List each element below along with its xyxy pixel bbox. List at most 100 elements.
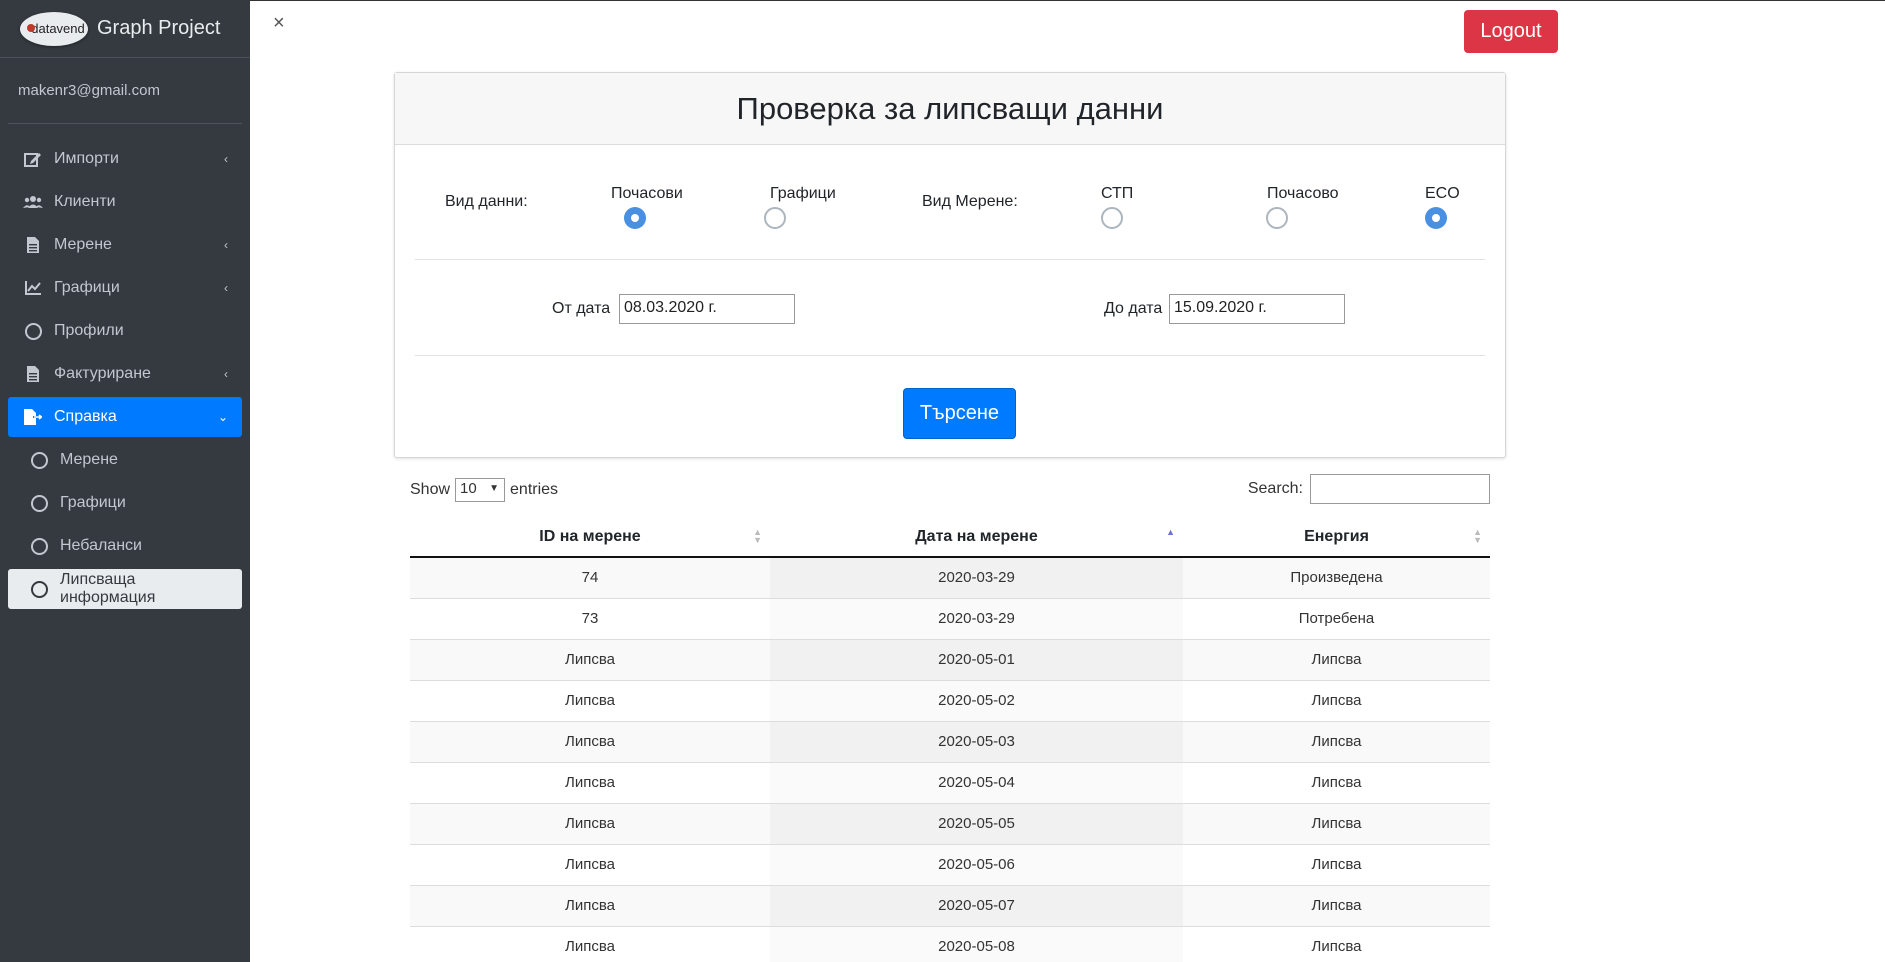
sidebar-subitem-missing-info[interactable]: Липсваща информация <box>8 569 242 609</box>
cell-id-missing: Липсва <box>410 843 770 885</box>
sidebar-subitem-imbalances[interactable]: Небаланси <box>8 526 242 566</box>
table-row: Липсва 2020-05-03 Липсва <box>410 720 1490 762</box>
cell-id-missing: Липсва <box>410 720 770 762</box>
radio-eco[interactable] <box>1425 207 1447 229</box>
sidebar-item-clients[interactable]: Клиенти <box>8 182 242 222</box>
logo-mark-icon <box>27 23 35 32</box>
sidebar-item-label: Импорти <box>54 150 119 167</box>
page-title: Проверка за липсващи данни <box>395 73 1505 145</box>
radio-stp-label: СТП <box>1101 185 1134 202</box>
cell-date: 2020-05-02 <box>770 679 1183 721</box>
dropdown-arrow-icon: ▼ <box>489 483 500 494</box>
cell-energy: Липсва <box>1183 679 1490 721</box>
logout-button[interactable]: Logout <box>1464 10 1558 53</box>
circle-icon <box>28 494 50 512</box>
cell-date: 2020-05-03 <box>770 720 1183 762</box>
sidebar-item-profiles[interactable]: Профили <box>8 311 242 351</box>
table-row: Липсва 2020-05-02 Липсва <box>410 679 1490 721</box>
radio-eco-label: ECO <box>1425 185 1460 202</box>
cell-id-link[interactable]: 74 <box>410 556 770 598</box>
cell-date: 2020-05-08 <box>770 925 1183 962</box>
sidebar-item-measurement[interactable]: Мерене ‹ <box>8 225 242 265</box>
sort-both-icon: ▲ ▼ <box>753 527 762 545</box>
sidebar-item-imports[interactable]: Импорти ‹ <box>8 139 242 179</box>
table-row: Липсва 2020-05-05 Липсва <box>410 802 1490 844</box>
circle-icon <box>28 580 50 598</box>
radio-stp[interactable] <box>1101 207 1123 229</box>
sidebar-item-label: Мерене <box>54 236 112 253</box>
chevron-down-icon: ⌄ <box>217 410 228 424</box>
sidebar-subitem-label: Липсваща информация <box>60 571 156 606</box>
brand-title: Graph Project <box>97 17 221 39</box>
logo-text: datavend <box>31 21 85 36</box>
from-date-input[interactable]: 08.03.2020 г. <box>619 294 795 324</box>
radio-hourly-label: Почасови <box>611 185 683 202</box>
entries-label: entries <box>510 481 559 498</box>
table-body: 74 2020-03-29 Произведена 73 2020-03-29 Потре… <box>410 556 1490 962</box>
column-header-energy[interactable]: Енергия ▲ ▼ <box>1183 517 1490 558</box>
cell-id-missing: Липсва <box>410 802 770 844</box>
data-type-label: Вид данни: <box>445 193 528 210</box>
cell-date: 2020-05-04 <box>770 761 1183 803</box>
missing-data-card: Проверка за липсващи данни Вид данни: По… <box>394 72 1506 458</box>
file-export-icon <box>22 409 44 425</box>
table-row: 74 2020-03-29 Произведена <box>410 556 1490 598</box>
search-button[interactable]: Търсене <box>903 388 1016 439</box>
cell-energy: Липсва <box>1183 925 1490 962</box>
cell-date: 2020-03-29 <box>770 597 1183 639</box>
edit-icon <box>22 151 44 167</box>
table-row: Липсва 2020-05-06 Липсва <box>410 843 1490 885</box>
cell-energy: Потребена <box>1183 597 1490 639</box>
cell-energy: Липсва <box>1183 843 1490 885</box>
cell-energy: Липсва <box>1183 802 1490 844</box>
table-row: Липсва 2020-05-04 Липсва <box>410 761 1490 803</box>
table-search: Search: <box>1248 474 1490 504</box>
table-row: Липсва 2020-05-08 Липсва <box>410 925 1490 962</box>
cell-id-missing: Липсва <box>410 761 770 803</box>
cell-energy: Липсва <box>1183 638 1490 680</box>
brand[interactable]: datavend Graph Project <box>0 0 250 58</box>
top-border <box>250 0 1885 1</box>
sidebar-item-reports[interactable]: Справка ⌄ <box>8 397 242 437</box>
cell-energy: Произведена <box>1183 556 1490 598</box>
chevron-left-icon: ‹ <box>224 281 228 295</box>
circle-icon <box>22 322 44 340</box>
close-icon[interactable]: × <box>273 12 285 35</box>
column-header-id[interactable]: ID на мерене ▲ ▼ <box>410 517 770 558</box>
sidebar-subitem-graphs[interactable]: Графици <box>8 483 242 523</box>
user-email[interactable]: makenr3@gmail.com <box>8 58 242 124</box>
datavend-logo: datavend <box>20 11 88 46</box>
entries-length: Show 10 ▼ entries <box>410 478 558 502</box>
radio-hourly[interactable] <box>624 207 646 229</box>
sidebar-subitem-measurement[interactable]: Мерене <box>8 440 242 480</box>
cell-id-missing: Липсва <box>410 679 770 721</box>
table-row: Липсва 2020-05-01 Липсва <box>410 638 1490 680</box>
cell-id-link[interactable]: 73 <box>410 597 770 639</box>
column-header-label: Дата на мерене <box>915 527 1038 545</box>
column-header-label: Енергия <box>1304 527 1369 545</box>
table-row: Липсва 2020-05-07 Липсва <box>410 884 1490 926</box>
radio-hourly-measure[interactable] <box>1266 207 1288 229</box>
circle-icon <box>28 537 50 555</box>
to-date-input[interactable]: 15.09.2020 г. <box>1169 294 1345 324</box>
cell-id-missing: Липсва <box>410 925 770 962</box>
cell-energy: Липсва <box>1183 761 1490 803</box>
table-search-input[interactable] <box>1310 474 1490 504</box>
sidebar-item-label: Графици <box>54 279 120 296</box>
radio-graphs[interactable] <box>764 207 786 229</box>
table-row: 73 2020-03-29 Потребена <box>410 597 1490 639</box>
entries-select[interactable]: 10 ▼ <box>455 478 506 502</box>
column-header-date[interactable]: Дата на мерене ▲ <box>770 517 1183 558</box>
sidebar-item-label: Клиенти <box>54 193 116 210</box>
cell-date: 2020-05-07 <box>770 884 1183 926</box>
radio-graphs-label: Графици <box>770 185 836 202</box>
sidebar-item-graphs[interactable]: Графици ‹ <box>8 268 242 308</box>
sidebar-subitem-label: Графици <box>60 494 126 511</box>
measure-type-label: Вид Мерене: <box>922 193 1018 210</box>
cell-date: 2020-03-29 <box>770 556 1183 598</box>
sidebar-item-invoicing[interactable]: Фактуриране ‹ <box>8 354 242 394</box>
type-row: Вид данни: Почасови Графици Вид Мерене: … <box>415 145 1485 260</box>
sidebar-subitem-label: Небаланси <box>60 537 142 554</box>
cell-date: 2020-05-05 <box>770 802 1183 844</box>
circle-icon <box>28 451 50 469</box>
